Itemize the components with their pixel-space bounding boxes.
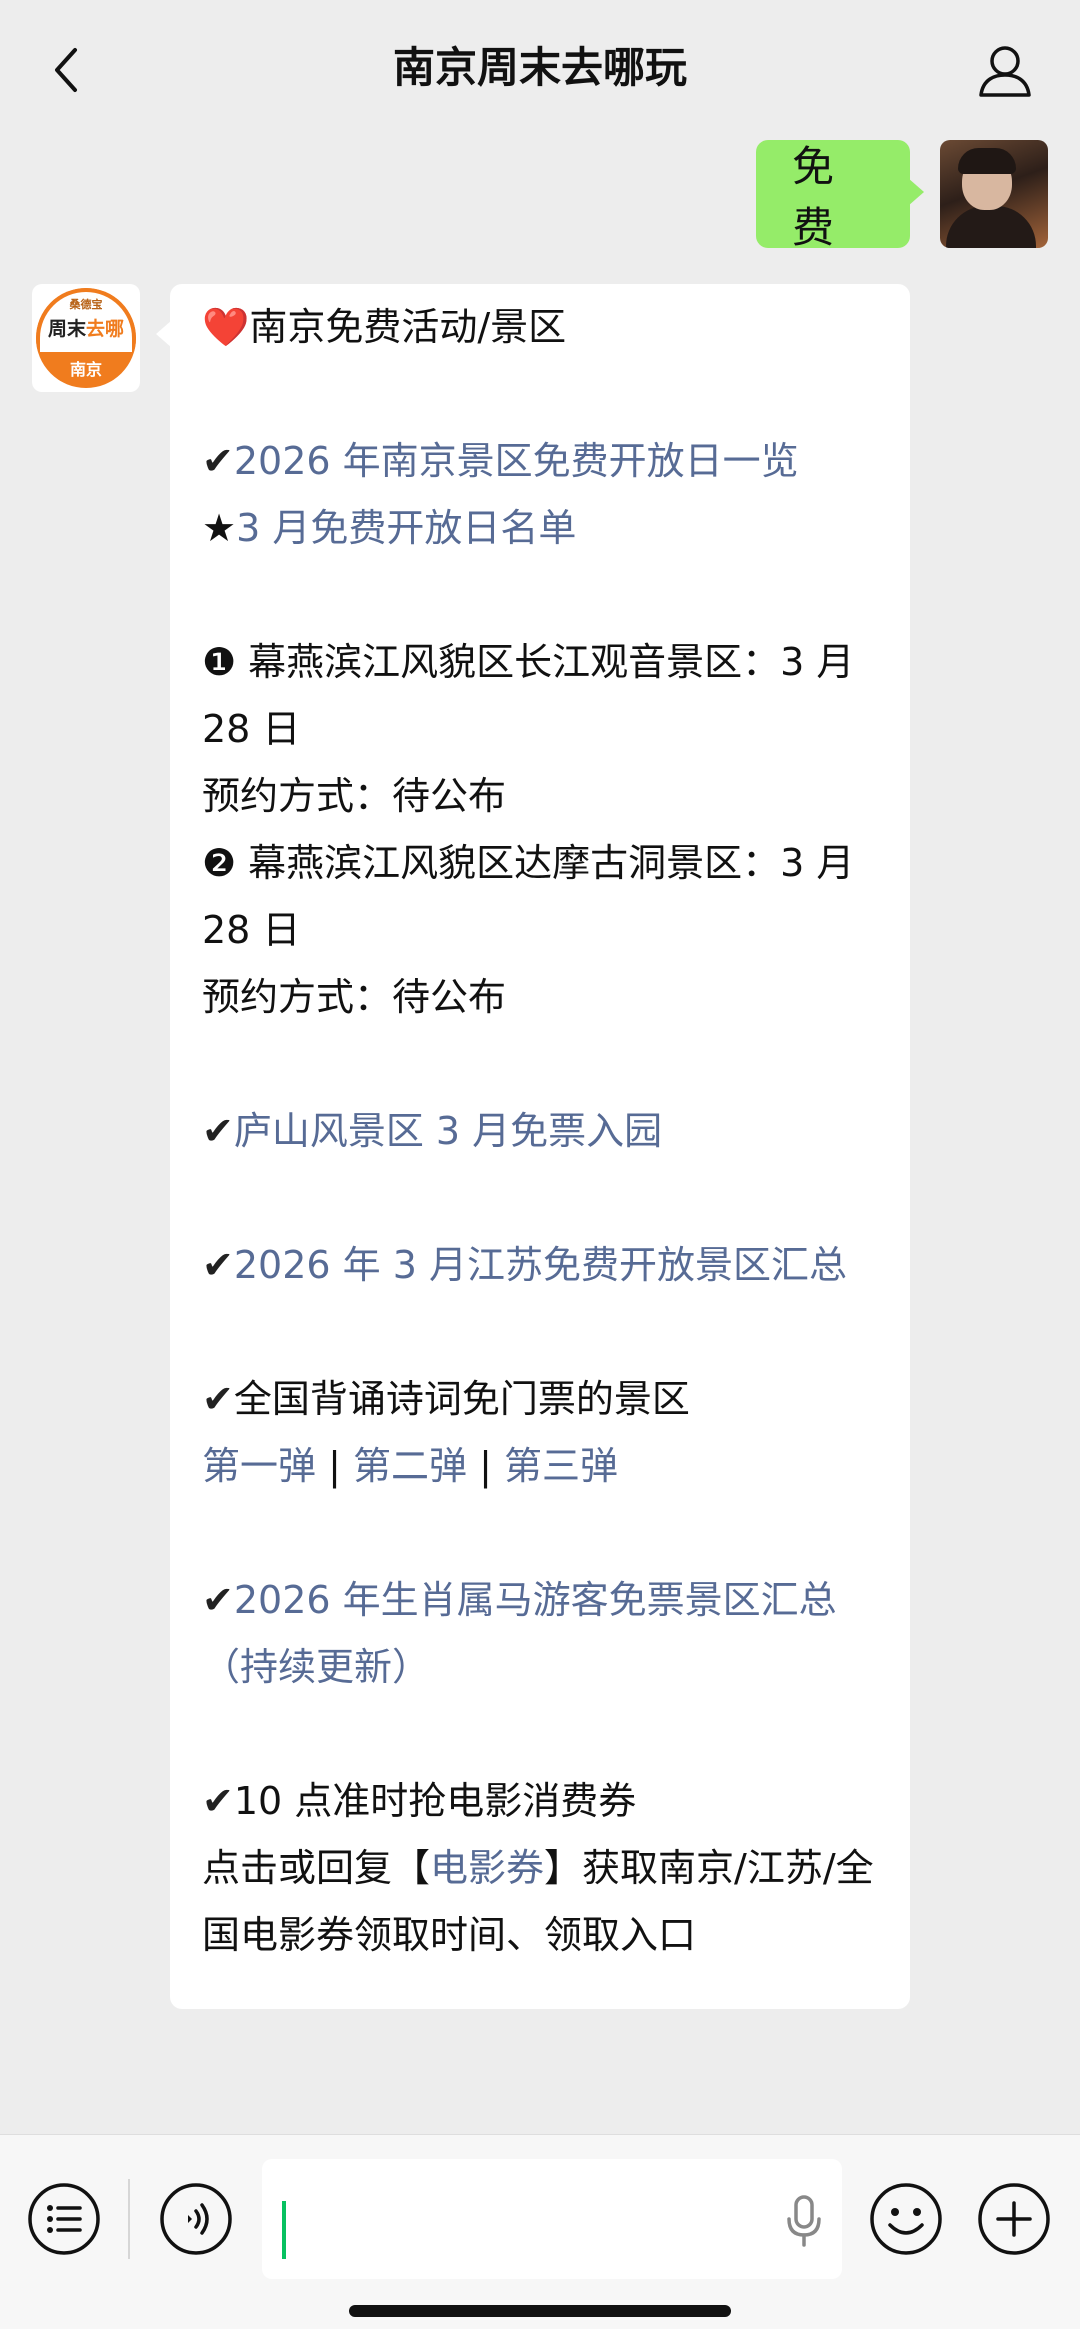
check-icon: ✔: [202, 1109, 234, 1153]
input-bar: [0, 2134, 1080, 2329]
message-input[interactable]: [262, 2159, 842, 2279]
menu-button[interactable]: [26, 2181, 102, 2257]
chat-title: 南京周末去哪玩: [392, 43, 687, 92]
link-jiangsu-summary[interactable]: ✔2026 年 3 月江苏免费开放景区汇总: [202, 1232, 880, 1299]
voice-input-button[interactable]: [784, 2193, 824, 2253]
check-icon: ✔: [202, 1779, 234, 1823]
check-icon: ✔: [202, 1578, 234, 1622]
chat-header: 南京周末去哪玩: [0, 0, 1080, 136]
link-coupon[interactable]: 电影券: [430, 1846, 544, 1890]
chat-info-button[interactable]: [970, 36, 1040, 106]
text-cursor: [282, 2201, 286, 2259]
microphone-icon: [787, 2195, 821, 2247]
link-free-days-list[interactable]: ✔2026 年南京景区免费开放日一览: [202, 428, 880, 495]
link-part-3[interactable]: 第三弹: [504, 1444, 618, 1488]
sent-message: 免费: [756, 140, 1048, 252]
link-part-2[interactable]: 第二弹: [353, 1444, 467, 1488]
person-icon: [979, 46, 1031, 97]
received-message: 桑德宝 周末去哪 南京 ❤️南京免费活动/景区 ✔2026 年南京景区免费开放日…: [32, 284, 910, 2009]
poem-heading: ✔全国背诵诗词免门票的景区: [202, 1377, 690, 1421]
coupon-heading: ✔10 点准时抢电影消费券: [202, 1779, 637, 1823]
my-avatar[interactable]: [940, 140, 1048, 248]
more-button[interactable]: [976, 2181, 1052, 2257]
item-damo: ❷ 幕燕滨江风貌区达摩古洞景区：3 月 28 日: [202, 841, 855, 952]
account-avatar[interactable]: 桑德宝 周末去哪 南京: [32, 284, 140, 392]
divider: [128, 2179, 130, 2259]
logo-main-text: 周末去哪: [47, 318, 125, 340]
smile-icon: [870, 2183, 942, 2255]
item-damo-booking: 预约方式：待公布: [202, 975, 507, 1019]
voice-button[interactable]: [158, 2181, 234, 2257]
check-icon: ✔: [202, 1377, 234, 1421]
sent-text: 免费: [792, 142, 835, 252]
reply-heading: ❤️南京免费活动/景区: [202, 305, 567, 349]
reply-bubble: ❤️南京免费活动/景区 ✔2026 年南京景区免费开放日一览 ★3 月免费开放日…: [156, 284, 910, 2009]
home-indicator[interactable]: [349, 2305, 731, 2317]
star-icon: ★: [202, 506, 237, 550]
link-lushan[interactable]: ✔庐山风景区 3 月免票入园: [202, 1098, 880, 1165]
list-menu-icon: [28, 2183, 100, 2255]
logo-small-text: 桑德宝: [69, 298, 103, 311]
logo-city-text: 南京: [69, 360, 102, 379]
account-logo: 桑德宝 周末去哪 南京: [36, 288, 136, 388]
link-horse-year[interactable]: ✔2026 年生肖属马游客免票景区汇总（持续更新）: [202, 1567, 880, 1701]
voice-icon: [160, 2183, 232, 2255]
coupon-instructions: 点击或回复【电影券】获取南京/江苏/全国电影券领取时间、领取入口: [202, 1846, 874, 1957]
item-guanyin-booking: 预约方式：待公布: [202, 774, 507, 818]
item-guanyin: ❶ 幕燕滨江风貌区长江观音景区：3 月 28 日: [202, 640, 855, 751]
link-march-free-list[interactable]: ★3 月免费开放日名单: [202, 495, 880, 562]
poem-links: 第一弹 | 第二弹 | 第三弹: [202, 1444, 618, 1488]
plus-icon: [978, 2183, 1050, 2255]
sent-bubble[interactable]: 免费: [756, 140, 924, 252]
check-icon: ✔: [202, 439, 234, 483]
check-icon: ✔: [202, 1243, 234, 1287]
heart-icon: ❤️: [202, 305, 250, 349]
link-part-1[interactable]: 第一弹: [202, 1444, 316, 1488]
emoji-button[interactable]: [868, 2181, 944, 2257]
chat-area[interactable]: 免费 桑德宝 周末去哪 南京 ❤️南京免费活动/景区 ✔2026 年南京景区免费…: [0, 136, 1080, 2134]
